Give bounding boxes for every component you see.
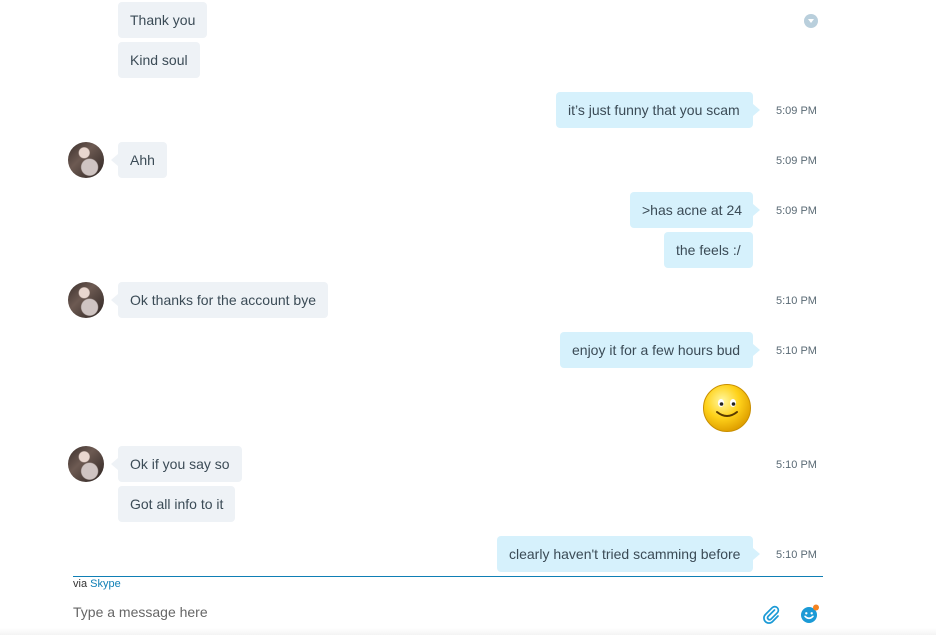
- message-text: Got all info to it: [130, 496, 224, 512]
- message-text: enjoy it for a few hours bud: [572, 342, 741, 358]
- message-outgoing[interactable]: the feels :/: [664, 232, 753, 268]
- avatar[interactable]: [68, 282, 104, 318]
- paperclip-icon[interactable]: [762, 604, 780, 624]
- message-text: Ok if you say so: [130, 456, 230, 472]
- message-outgoing[interactable]: it’s just funny that you scam: [556, 92, 760, 128]
- message-input[interactable]: [73, 603, 743, 621]
- message-outgoing[interactable]: enjoy it for a few hours bud: [560, 332, 760, 368]
- message-incoming[interactable]: Got all info to it: [118, 486, 236, 522]
- message-text: Thank you: [130, 12, 196, 28]
- conversation-history[interactable]: Thank you Kind soul it’s just funny that…: [0, 0, 936, 575]
- message-text: the feels :/: [676, 242, 741, 258]
- message-incoming[interactable]: Ok thanks for the account bye: [111, 282, 328, 318]
- message-timestamp: 5:09 PM: [776, 205, 817, 217]
- message-outgoing[interactable]: >has acne at 24: [630, 192, 760, 228]
- message-timestamp: 5:10 PM: [776, 345, 817, 357]
- message-text: Ahh: [130, 152, 155, 168]
- message-timestamp: 5:09 PM: [776, 155, 817, 167]
- via-label: via Skype: [73, 578, 121, 590]
- message-outgoing[interactable]: clearly haven't tried scamming before: [497, 536, 760, 572]
- composer-divider: [73, 576, 823, 577]
- message-timestamp: 5:10 PM: [776, 459, 817, 471]
- message-incoming[interactable]: Kind soul: [118, 42, 200, 78]
- message-incoming[interactable]: Thank you: [118, 2, 208, 38]
- message-incoming[interactable]: Ok if you say so: [111, 446, 242, 482]
- message-text: >has acne at 24: [642, 202, 743, 218]
- message-incoming[interactable]: Ahh: [111, 142, 167, 178]
- notification-dot: [813, 604, 819, 611]
- bottom-edge: [0, 628, 936, 635]
- avatar[interactable]: [68, 446, 104, 482]
- emoticon-icon[interactable]: [800, 604, 820, 624]
- message-timestamp: 5:09 PM: [776, 105, 817, 117]
- message-text: Ok thanks for the account bye: [130, 292, 316, 308]
- message-text: clearly haven't tried scamming before: [509, 546, 741, 562]
- message-timestamp: 5:10 PM: [776, 295, 817, 307]
- message-timestamp: 5:10 PM: [776, 549, 817, 561]
- via-prefix: via: [73, 578, 88, 590]
- avatar[interactable]: [68, 142, 104, 178]
- message-text: it’s just funny that you scam: [568, 102, 740, 118]
- smile-emoticon[interactable]: [702, 383, 752, 433]
- via-skype-link[interactable]: Skype: [90, 578, 121, 590]
- scroll-down-icon[interactable]: [804, 14, 818, 28]
- message-text: Kind soul: [130, 52, 188, 68]
